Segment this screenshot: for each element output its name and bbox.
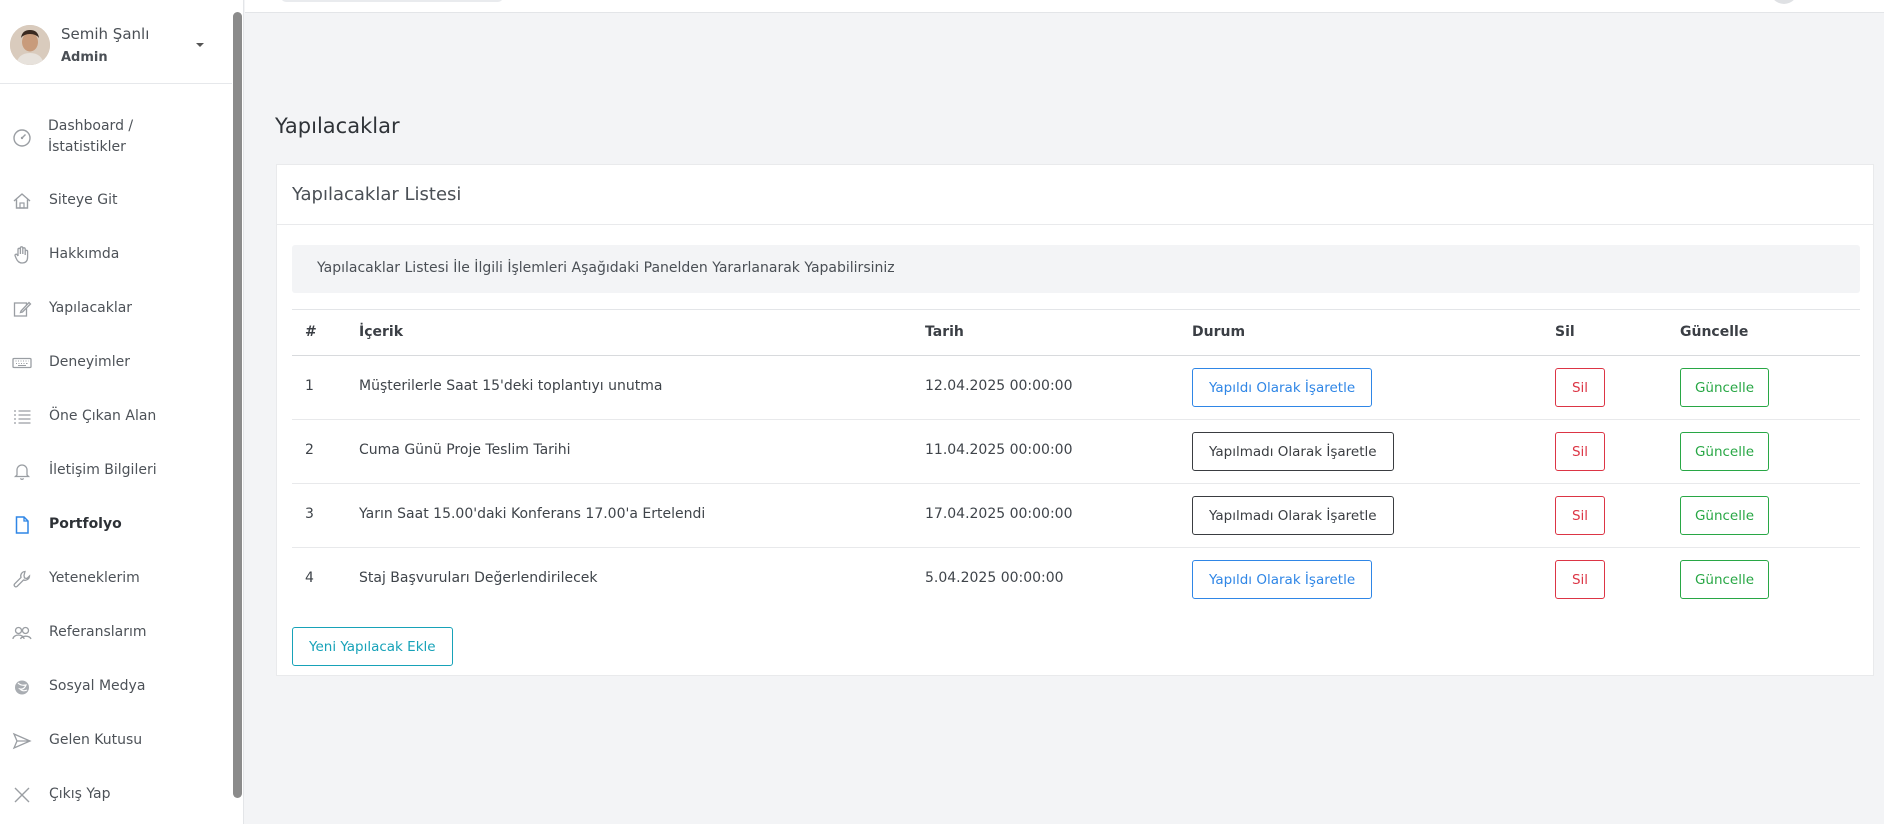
cell-num: 4 [305,570,314,586]
header-delete: Sil [1555,324,1575,340]
update-button[interactable]: Güncelle [1680,432,1769,471]
sidebar-item-one-cikan-alan[interactable]: Öne Çıkan Alan [0,406,232,428]
todo-table: # İçerik Tarih Durum Sil Güncelle 1 Müşt… [292,309,1860,612]
header-content: İçerik [359,324,404,340]
sidebar-item-label: Referanslarım [49,624,147,640]
sidebar-item-hakkimda[interactable]: Hakkımda [0,244,232,266]
users-icon [11,622,33,644]
cell-date: 11.04.2025 00:00:00 [925,442,1073,458]
sidebar-item-label: Dashboard / İstatistikler [48,118,134,155]
cell-date: 5.04.2025 00:00:00 [925,570,1064,586]
header-update: Güncelle [1680,324,1749,340]
user-role: Admin [61,50,108,65]
sidebar-item-label: Çıkış Yap [49,786,111,802]
sidebar-item-gelen-kutusu[interactable]: Gelen Kutusu [0,730,232,752]
sidebar-item-portfolyo[interactable]: Portfolyo [0,514,232,536]
sidebar-item-label: Yeteneklerim [49,570,140,586]
header-status: Durum [1192,324,1246,340]
keyboard-icon [11,352,33,374]
topbar-avatar[interactable] [1770,0,1798,4]
cell-num: 2 [305,442,314,458]
card-header: Yapılacaklar Listesi [277,165,1873,225]
delete-button[interactable]: Sil [1555,496,1605,535]
avatar [10,25,50,65]
sidebar-item-label: Portfolyo [49,516,122,532]
cell-num: 3 [305,506,314,522]
user-name: Semih Şanlı [61,25,150,43]
add-todo-button[interactable]: Yeni Yapılacak Ekle [292,627,453,666]
mark-undone-button[interactable]: Yapılmadı Olarak İşaretle [1192,496,1394,535]
sidebar-item-iletisim-bilgileri[interactable]: İletişim Bilgileri [0,460,232,482]
cell-date: 17.04.2025 00:00:00 [925,506,1073,522]
todo-card: Yapılacaklar Listesi Yapılacaklar Listes… [276,164,1874,676]
card-title: Yapılacaklar Listesi [292,184,462,205]
sidebar-item-cikis-yap[interactable]: Çıkış Yap [0,784,232,806]
table-row: 2 Cuma Günü Proje Teslim Tarihi 11.04.20… [292,420,1860,484]
close-icon [11,784,33,806]
sidebar-item-dashboard[interactable]: Dashboard / İstatistikler [0,116,232,160]
firefox-icon [11,676,33,698]
chevron-down-icon[interactable] [196,43,204,47]
sidebar-scrollbar[interactable] [233,12,242,798]
table-row: 1 Müşterilerle Saat 15'deki toplantıyı u… [292,356,1860,420]
mark-undone-button[interactable]: Yapılmadı Olarak İşaretle [1192,432,1394,471]
cell-num: 1 [305,378,314,394]
sidebar-item-label: Yapılacaklar [49,300,133,316]
table-row: 4 Staj Başvuruları Değerlendirilecek 5.0… [292,548,1860,612]
user-menu[interactable]: Semih Şanlı Admin [0,0,232,84]
cell-content: Cuma Günü Proje Teslim Tarihi [359,442,571,458]
header-date: Tarih [925,324,964,340]
mark-done-button[interactable]: Yapıldı Olarak İşaretle [1192,368,1373,407]
sidebar-item-label: Siteye Git [49,192,118,208]
cell-date: 12.04.2025 00:00:00 [925,378,1073,394]
hand-icon [11,244,33,266]
sidebar-item-label: Deneyimler [49,354,130,370]
mark-done-button[interactable]: Yapıldı Olarak İşaretle [1192,560,1373,599]
send-icon [11,730,33,752]
sidebar-item-deneyimler[interactable]: Deneyimler [0,352,232,374]
delete-button[interactable]: Sil [1555,368,1605,407]
wrench-icon [11,568,33,590]
search-input[interactable] [281,0,503,2]
cell-content: Yarın Saat 15.00'daki Konferans 17.00'a … [359,506,706,522]
bell-icon [11,460,33,482]
edit-icon [11,298,33,320]
update-button[interactable]: Güncelle [1680,560,1769,599]
sidebar-item-yeteneklerim[interactable]: Yeteneklerim [0,568,232,590]
delete-button[interactable]: Sil [1555,432,1605,471]
delete-button[interactable]: Sil [1555,560,1605,599]
sidebar-item-label: Hakkımda [49,246,120,262]
header-num: # [305,324,317,340]
top-bar [245,0,1884,13]
document-icon [11,514,33,536]
gauge-icon [11,127,33,149]
table-header: # İçerik Tarih Durum Sil Güncelle [292,309,1860,356]
sidebar-item-siteye-git[interactable]: Siteye Git [0,190,232,212]
sidebar-item-referanslarim[interactable]: Referanslarım [0,622,232,644]
sidebar: Semih Şanlı Admin Dashboard / İstatistik… [0,0,244,824]
sidebar-item-label: Sosyal Medya [49,678,146,694]
table-row: 3 Yarın Saat 15.00'daki Konferans 17.00'… [292,484,1860,548]
sidebar-item-label: Öne Çıkan Alan [49,408,157,424]
info-alert-text: Yapılacaklar Listesi İle İlgili İşlemler… [317,260,895,276]
sidebar-item-yapilacaklar[interactable]: Yapılacaklar [0,298,232,320]
sidebar-item-label: Gelen Kutusu [49,732,143,748]
page-title: Yapılacaklar [275,114,400,138]
list-icon [11,406,33,428]
info-alert: Yapılacaklar Listesi İle İlgili İşlemler… [292,245,1860,293]
cell-content: Staj Başvuruları Değerlendirilecek [359,570,598,586]
sidebar-item-sosyal-medya[interactable]: Sosyal Medya [0,676,232,698]
update-button[interactable]: Güncelle [1680,368,1769,407]
cell-content: Müşterilerle Saat 15'deki toplantıyı unu… [359,378,663,394]
home-icon [11,190,33,212]
sidebar-item-label: İletişim Bilgileri [49,462,157,478]
update-button[interactable]: Güncelle [1680,496,1769,535]
